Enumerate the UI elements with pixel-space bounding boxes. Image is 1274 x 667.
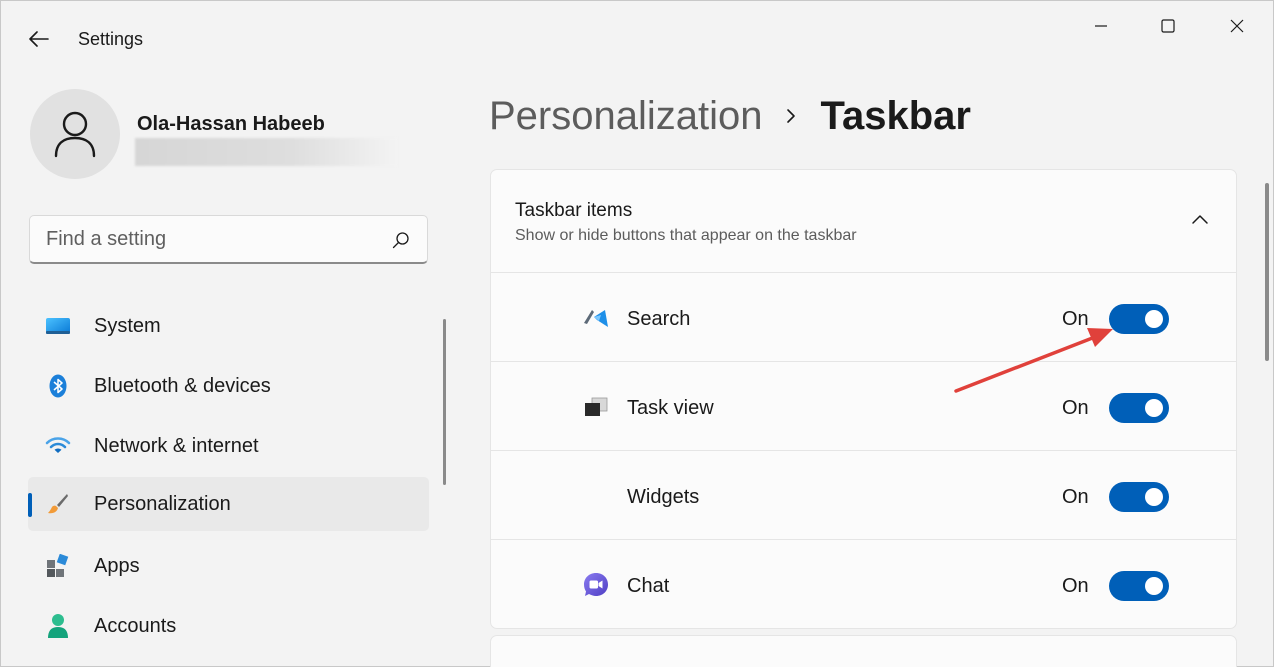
row-label: Widgets	[627, 486, 700, 508]
widgets-icon	[583, 484, 609, 508]
app-title: Settings	[78, 29, 144, 49]
toggle-knob	[1145, 488, 1163, 506]
breadcrumb: Personalization Taskbar	[489, 89, 971, 143]
back-arrow-icon	[29, 31, 49, 47]
content-scrollbar[interactable]	[1265, 183, 1269, 361]
taskbar-item-row-widgets: Widgets On	[491, 451, 1236, 540]
sidebar-scrollbar[interactable]	[443, 319, 446, 485]
sidebar-item-personalization[interactable]: Personalization	[28, 477, 429, 531]
bluetooth-icon	[44, 373, 72, 399]
row-state: On	[1062, 486, 1089, 508]
sidebar-item-accounts[interactable]: Accounts	[28, 599, 429, 653]
row-state: On	[1062, 397, 1089, 419]
close-icon	[1230, 19, 1244, 33]
taskbar-item-row-chat: Chat On	[491, 540, 1236, 628]
wifi-icon	[44, 433, 72, 459]
page-title: Taskbar	[820, 93, 971, 138]
selected-indicator	[28, 493, 32, 517]
system-icon	[44, 313, 72, 339]
widgets-toggle[interactable]	[1109, 482, 1169, 512]
sidebar-item-label: System	[94, 314, 161, 337]
minimize-icon	[1095, 25, 1107, 27]
avatar[interactable]	[30, 89, 120, 179]
search-box[interactable]	[29, 215, 428, 264]
row-state: On	[1062, 575, 1089, 597]
user-name: Ola-Hassan Habeeb	[137, 113, 325, 135]
search-toggle[interactable]	[1109, 304, 1169, 334]
back-button[interactable]	[23, 25, 55, 53]
sidebar-item-label: Network & internet	[94, 434, 259, 457]
next-settings-card[interactable]	[490, 635, 1237, 667]
sidebar-item-label: Bluetooth & devices	[94, 374, 271, 397]
search-input[interactable]	[46, 227, 376, 251]
sidebar-item-label: Personalization	[94, 492, 231, 515]
task-view-toggle[interactable]	[1109, 393, 1169, 423]
breadcrumb-parent[interactable]: Personalization	[489, 94, 763, 139]
sidebar-item-label: Apps	[94, 554, 140, 577]
toggle-knob	[1145, 399, 1163, 417]
row-label: Task view	[627, 397, 714, 419]
chevron-up-icon[interactable]	[1190, 210, 1210, 230]
redacted-email	[135, 138, 397, 166]
taskbar-items-card: Taskbar items Show or hide buttons that …	[490, 169, 1237, 629]
search-app-icon	[583, 306, 609, 330]
row-label: Chat	[627, 575, 670, 597]
taskbar-item-row-task-view: Task view On	[491, 362, 1236, 451]
row-state: On	[1062, 308, 1089, 330]
sidebar-item-network[interactable]: Network & internet	[28, 419, 429, 473]
toggle-knob	[1145, 310, 1163, 328]
maximize-button[interactable]	[1145, 9, 1191, 43]
taskbar-items-header[interactable]: Taskbar items Show or hide buttons that …	[491, 170, 1236, 273]
title-bar: Settings	[1, 1, 1274, 77]
chevron-right-icon	[785, 106, 797, 126]
task-view-icon	[583, 395, 609, 419]
section-subtitle: Show or hide buttons that appear on the …	[515, 227, 857, 244]
chat-toggle[interactable]	[1109, 571, 1169, 601]
brush-icon	[44, 491, 72, 517]
accounts-icon	[44, 613, 72, 639]
minimize-button[interactable]	[1078, 9, 1124, 43]
sidebar-item-system[interactable]: System	[28, 299, 429, 353]
apps-icon	[44, 553, 72, 579]
maximize-icon	[1161, 19, 1175, 33]
search-icon[interactable]	[391, 230, 411, 250]
sidebar-item-bluetooth[interactable]: Bluetooth & devices	[28, 359, 429, 413]
section-title: Taskbar items	[515, 200, 633, 221]
sidebar-item-label: Accounts	[94, 614, 177, 637]
taskbar-item-row-search: Search On	[491, 273, 1236, 362]
row-label: Search	[627, 308, 691, 330]
user-icon	[54, 111, 96, 158]
chat-icon	[583, 573, 609, 597]
toggle-knob	[1145, 577, 1163, 595]
close-button[interactable]	[1214, 9, 1260, 43]
sidebar-item-apps[interactable]: Apps	[28, 539, 429, 593]
settings-window: Settings Ola-Hassan Habeeb Find a settin…	[0, 0, 1274, 667]
